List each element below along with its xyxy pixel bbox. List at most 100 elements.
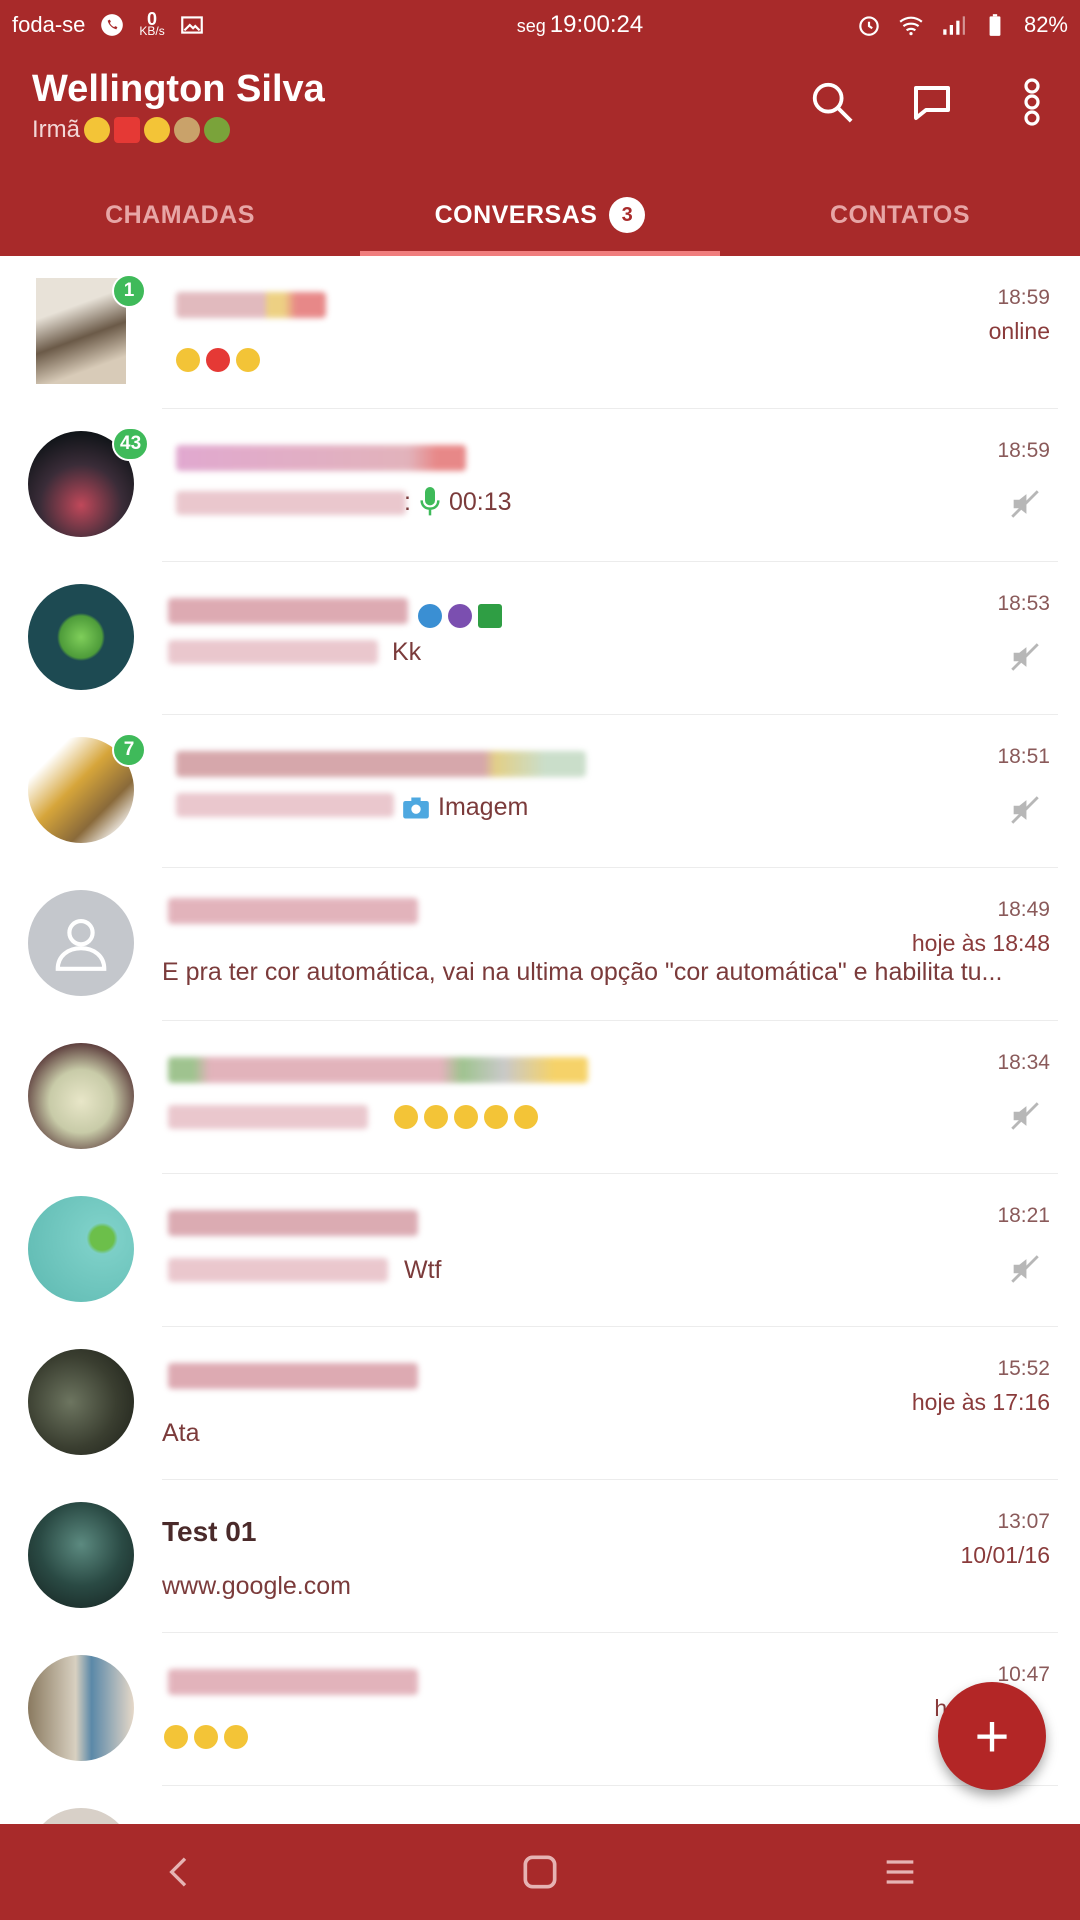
chat-row[interactable]: Kk 18:53 <box>0 562 1080 715</box>
emoji-laugh-icon <box>514 1105 538 1129</box>
recent-apps-button[interactable] <box>860 1832 940 1912</box>
message-emojis <box>164 1725 248 1749</box>
chat-name-redacted <box>168 598 408 624</box>
emoji-face-icon <box>144 117 170 143</box>
tab-chamadas[interactable]: CHAMADAS <box>0 174 360 256</box>
chat-row[interactable]: 43 : 00:13 18:59 <box>0 409 1080 562</box>
chat-row[interactable] <box>0 1786 1080 1824</box>
muted-icon <box>1011 796 1039 824</box>
alarm-icon <box>859 16 879 36</box>
chat-row[interactable]: 7 Imagem 18:51 <box>0 715 1080 868</box>
message-sender-redacted <box>168 1258 388 1282</box>
emoji-alien-icon <box>448 604 472 628</box>
emoji-cat-icon <box>176 348 200 372</box>
message-preview: www.google.com <box>162 1572 351 1600</box>
chat-row[interactable]: 10:47 ho <box>0 1633 1080 1786</box>
message-preview: Ata <box>162 1419 200 1447</box>
message-preview: Wtf <box>404 1256 442 1284</box>
back-button[interactable] <box>140 1832 220 1912</box>
chat-time: 18:49 <box>997 898 1050 921</box>
chat-name-redacted <box>168 1669 418 1695</box>
chat-row[interactable]: 15:52 hoje às 17:16 Ata <box>0 1327 1080 1480</box>
battery-level: 82% <box>1023 12 1068 37</box>
muted-icon <box>1011 1255 1039 1283</box>
chat-time: 15:52 <box>997 1357 1050 1380</box>
message-sender-redacted <box>168 1105 368 1129</box>
app-bar: Wellington Silva Irmã <box>0 50 1080 174</box>
message-sender-redacted <box>168 640 378 664</box>
new-chat-button[interactable] <box>904 74 960 130</box>
tab-bar: CHAMADAS CONVERSAS 3 CONTATOS <box>0 174 1080 256</box>
emoji-laugh-icon <box>194 1725 218 1749</box>
system-nav-bar <box>0 1824 1080 1920</box>
chat-time: 18:59 <box>997 439 1050 462</box>
message-preview: : 00:13 <box>404 487 512 516</box>
emoji-plant-icon <box>204 117 230 143</box>
unread-count-badge: 1 <box>112 274 146 308</box>
emoji-laugh-icon <box>424 1105 448 1129</box>
chat-name: Test 01 <box>162 1516 257 1547</box>
message-emojis <box>394 1105 538 1129</box>
chat-time: 18:34 <box>997 1051 1050 1074</box>
chat-bubble-icon <box>914 86 950 120</box>
chat-name-redacted <box>176 445 466 471</box>
message-emojis <box>176 348 260 372</box>
last-seen: hoje às 17:16 <box>911 1389 1050 1415</box>
emoji-sad-icon <box>236 348 260 372</box>
emoji-laugh-icon <box>224 1725 248 1749</box>
chat-row[interactable]: 18:34 <box>0 1021 1080 1174</box>
message-preview: Imagem <box>402 793 528 822</box>
muted-icon <box>1011 1102 1039 1130</box>
more-vert-icon <box>1024 78 1040 126</box>
tab-contatos[interactable]: CONTATOS <box>720 174 1080 256</box>
chat-row[interactable]: 1 18:59 online <box>0 256 1080 409</box>
new-conversation-button[interactable]: + <box>938 1682 1046 1790</box>
unread-conversations-badge: 3 <box>609 197 646 233</box>
image-notification-icon <box>180 16 203 34</box>
emoji-laugh-icon <box>164 1725 188 1749</box>
overflow-menu-button[interactable] <box>1004 74 1060 130</box>
wifi-icon <box>899 16 923 36</box>
status-bar: foda-se 0 KB/s seg 19:00:24 82% <box>0 0 1080 50</box>
emoji-brazil-flag-icon <box>478 604 502 628</box>
unread-count-badge: 7 <box>112 733 146 767</box>
last-seen: 10/01/16 <box>960 1542 1050 1568</box>
muted-icon <box>1011 643 1039 671</box>
chat-list[interactable]: 1 18:59 online 43 : 00:13 18:59 Kk 18:53… <box>0 256 1080 1824</box>
chat-name-redacted <box>168 1363 418 1389</box>
chat-name-redacted <box>168 1210 418 1236</box>
emoji-person-icon <box>174 117 200 143</box>
camera-icon <box>403 797 429 818</box>
emoji-heart-eyes-icon <box>84 117 110 143</box>
chat-row[interactable]: 18:49 hoje às 18:48 E pra ter cor automá… <box>0 868 1080 1021</box>
chat-time: 18:59 <box>997 286 1050 309</box>
whatsapp-icon <box>101 14 124 36</box>
chat-row[interactable]: Wtf 18:21 <box>0 1174 1080 1327</box>
message-sender-redacted <box>176 793 394 817</box>
menu-icon <box>886 1860 914 1884</box>
tab-conversas[interactable]: CONVERSAS 3 <box>360 174 720 256</box>
emoji-globe-icon <box>418 604 442 628</box>
emoji-laugh-icon <box>394 1105 418 1129</box>
net-speed: 0 KB/s <box>139 9 165 38</box>
unread-count-badge: 43 <box>112 427 150 461</box>
chat-name-redacted <box>176 751 586 777</box>
contact-status: Irmã <box>32 116 230 144</box>
chat-time: 18:51 <box>997 745 1050 768</box>
home-button[interactable] <box>500 1832 580 1912</box>
search-button[interactable] <box>804 74 860 130</box>
last-seen: hoje às 18:48 <box>911 930 1050 956</box>
avatar <box>28 1349 134 1455</box>
emoji-heart-icon <box>114 117 140 143</box>
emoji-laugh-icon <box>484 1105 508 1129</box>
avatar <box>28 1808 134 1824</box>
back-icon <box>169 1857 187 1887</box>
contact-name[interactable]: Wellington Silva <box>32 68 325 111</box>
microphone-icon <box>420 487 440 516</box>
default-user-icon <box>55 918 107 971</box>
avatar <box>28 1655 134 1761</box>
chat-time: 18:53 <box>997 592 1050 615</box>
chat-name-redacted <box>168 898 418 924</box>
chat-name-redacted <box>168 1057 588 1083</box>
chat-row[interactable]: Test 01 13:07 10/01/16 www.google.com <box>0 1480 1080 1633</box>
